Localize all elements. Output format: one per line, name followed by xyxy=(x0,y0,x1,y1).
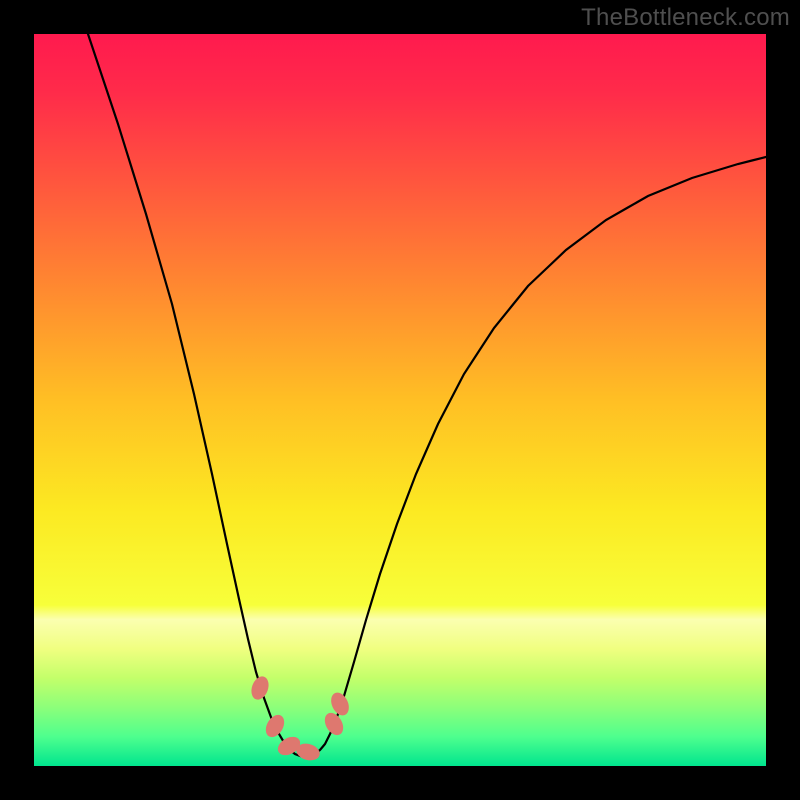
plot-area xyxy=(34,34,766,766)
chart-svg xyxy=(34,34,766,766)
gradient-background xyxy=(34,34,766,766)
chart-frame: TheBottleneck.com xyxy=(0,0,800,800)
watermark-label: TheBottleneck.com xyxy=(581,4,790,32)
